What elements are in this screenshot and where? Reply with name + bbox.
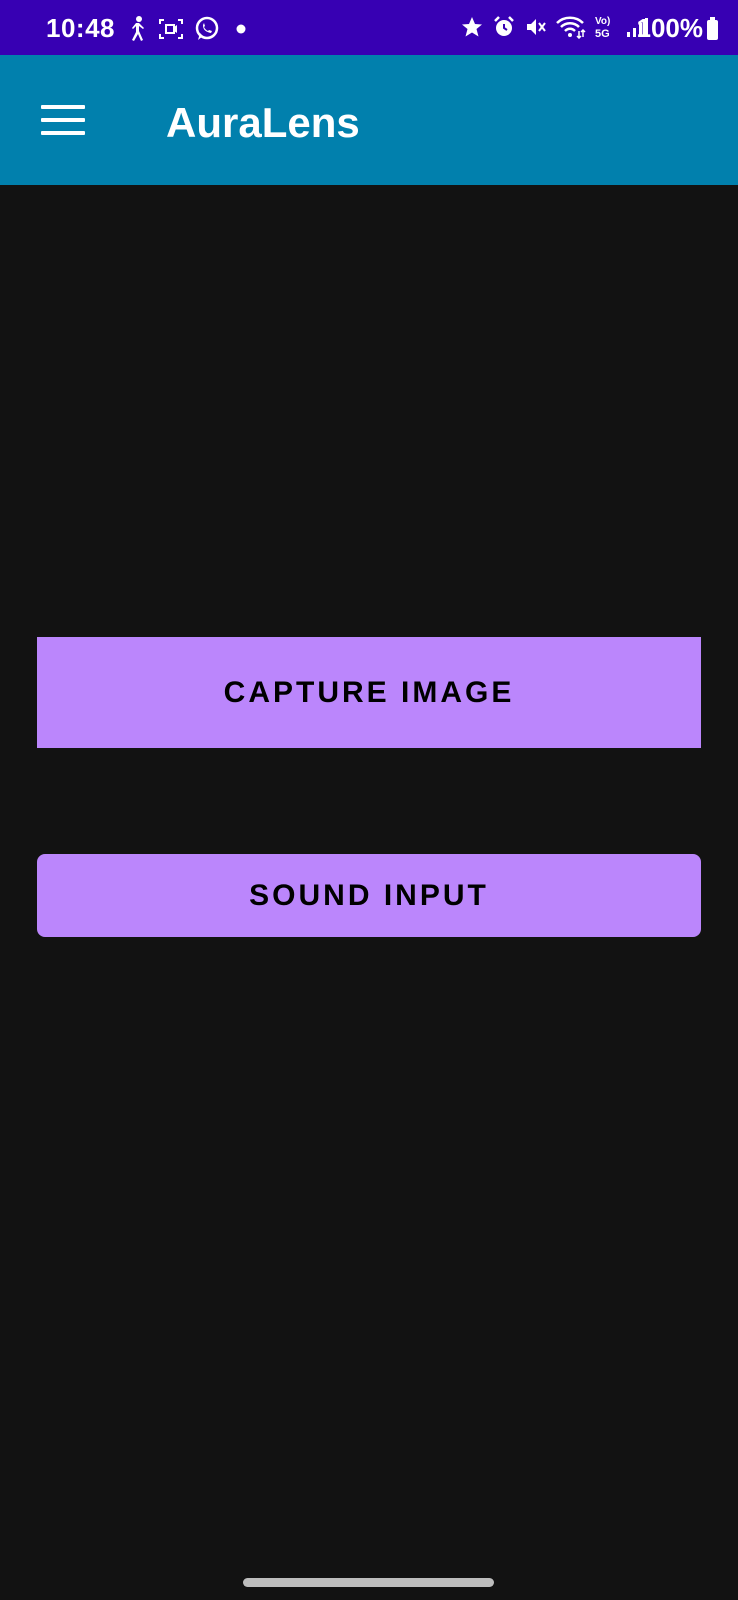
hamburger-menu-icon[interactable] xyxy=(30,87,96,153)
capture-image-button[interactable]: CAPTURE IMAGE xyxy=(37,637,701,748)
walking-icon xyxy=(126,16,148,42)
notification-dot-icon xyxy=(230,20,248,38)
whatsapp-icon xyxy=(194,16,220,42)
home-indicator[interactable] xyxy=(243,1578,494,1587)
svg-text:Vo): Vo) xyxy=(595,16,610,27)
status-bar: 10:48 Vo) 5G 100% xyxy=(0,0,738,55)
status-left-icons xyxy=(126,16,248,42)
wifi-icon xyxy=(556,15,586,39)
screen-recorder-icon xyxy=(158,18,184,40)
battery-status: 100% xyxy=(636,13,718,44)
app-bar: AuraLens xyxy=(0,55,738,185)
sound-input-button[interactable]: SOUND INPUT xyxy=(37,854,701,937)
status-right-icons: Vo) 5G xyxy=(460,14,648,40)
svg-text:5G: 5G xyxy=(595,28,610,40)
app-title: AuraLens xyxy=(166,99,360,146)
status-time: 10:48 xyxy=(46,13,115,43)
alarm-icon xyxy=(492,15,516,39)
volte-5g-icon: Vo) 5G xyxy=(594,14,618,40)
battery-percent: 100% xyxy=(636,13,704,43)
star-icon xyxy=(460,15,484,39)
battery-icon xyxy=(707,17,718,40)
mute-icon xyxy=(524,15,548,39)
